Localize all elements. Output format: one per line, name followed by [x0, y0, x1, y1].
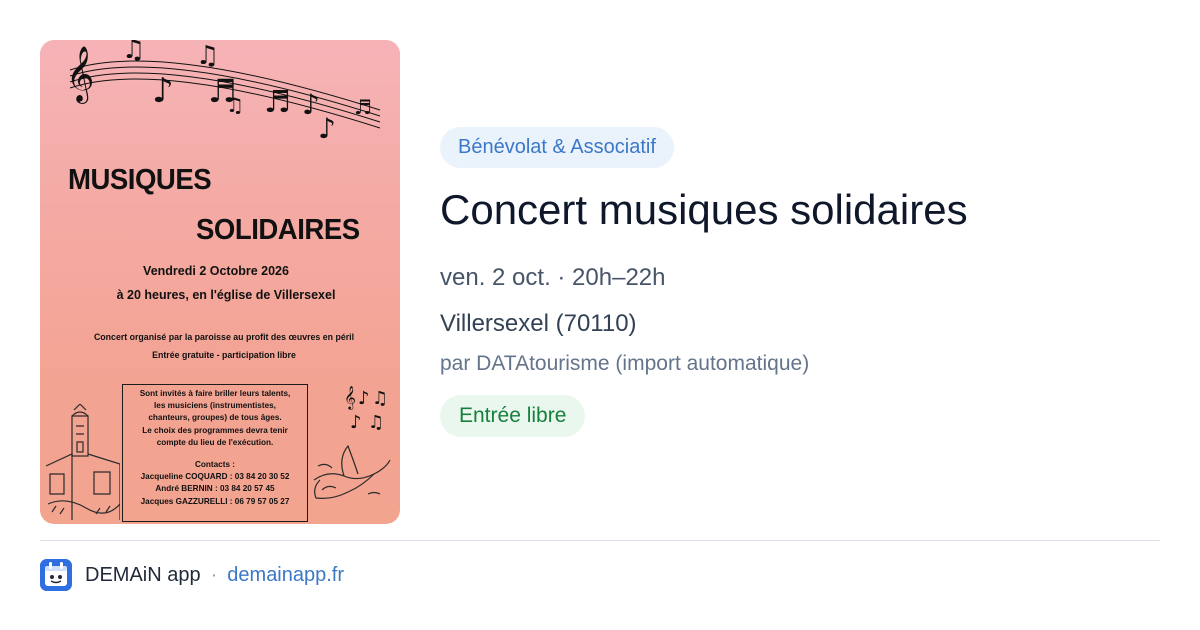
svg-text:♫: ♫	[196, 41, 219, 71]
svg-text:♪: ♪	[152, 71, 174, 111]
poster-contact: André BERNIN : 03 84 20 57 45	[155, 484, 275, 494]
svg-text:♪: ♪	[350, 412, 362, 432]
svg-text:♪: ♪	[318, 112, 336, 145]
svg-text:𝄞: 𝄞	[66, 46, 94, 104]
church-sketch-icon	[46, 404, 120, 520]
poster-invite-line: compte du lieu de l'exécution.	[156, 437, 274, 447]
poster-contact: Jacqueline COQUARD : 03 84 20 30 52	[140, 472, 290, 482]
poster-organiser: Concert organisé par la paroisse au prof…	[93, 332, 355, 342]
music-notes-decoration: 𝄞 ♫ ♪ ♫ ♬ ♫ ♬ ♪ ♪ ♬	[66, 40, 381, 145]
footer: DEMAiN app · demainapp.fr	[40, 558, 344, 592]
footer-divider	[40, 540, 1160, 541]
side-music-notes-icon: 𝄞 ♪ ♫ ♪ ♫	[344, 385, 388, 432]
event-location: Villersexel (70110)	[440, 310, 637, 337]
poster-invite-line: les musiciens (instrumentistes,	[154, 401, 276, 411]
poster-invite-line: chanteurs, groupes) de tous âges.	[148, 413, 282, 423]
poster-title-line-2: SOLIDAIRES	[196, 214, 360, 246]
svg-text:♬: ♬	[264, 85, 291, 120]
svg-text:𝄞: 𝄞	[344, 385, 356, 410]
poster-date: Vendredi 2 Octobre 2026	[143, 264, 289, 278]
event-title: Concert musiques solidaires	[440, 186, 968, 233]
svg-text:♬: ♬	[354, 95, 372, 119]
svg-text:♫: ♫	[226, 93, 244, 117]
footer-separator: ·	[210, 563, 218, 586]
svg-text:♫: ♫	[368, 412, 384, 432]
poster-time-place: à 20 heures, en l'église de Villersexel	[116, 288, 336, 302]
poster-invite-line: Le choix des programmes devra tenir	[142, 425, 288, 435]
poster-contact: Jacques GAZZURELLI : 06 79 57 05 27	[140, 496, 290, 506]
dove-sketch-icon	[313, 444, 391, 499]
poster-entry: Entrée gratuite - participation libre	[152, 350, 296, 360]
poster-invite-line: Sont invités à faire briller leurs talen…	[139, 389, 291, 398]
poster-info-box: Sont invités à faire briller leurs talen…	[122, 384, 308, 522]
category-badge: Bénévolat & Associatif	[440, 127, 674, 168]
app-url-link[interactable]: demainapp.fr	[227, 564, 344, 587]
event-datetime: ven. 2 oct. · 20h–22h	[440, 264, 666, 291]
price-badge: Entrée libre	[440, 395, 586, 437]
svg-text:♫: ♫	[372, 388, 388, 409]
event-poster-image: 𝄞 ♫ ♪ ♫ ♬ ♫ ♬ ♪ ♪ ♬ MUSIQUES SOLIDAIRES …	[40, 40, 400, 524]
app-name: DEMAiN app	[85, 563, 201, 586]
svg-text:♫: ♫	[122, 40, 145, 65]
poster-contacts-heading: Contacts :	[194, 460, 236, 470]
poster-title-line-1: MUSIQUES	[68, 164, 212, 196]
app-logo-icon	[40, 559, 72, 591]
svg-text:♪: ♪	[358, 388, 370, 409]
event-source: par DATAtourisme (import automatique)	[440, 352, 810, 375]
